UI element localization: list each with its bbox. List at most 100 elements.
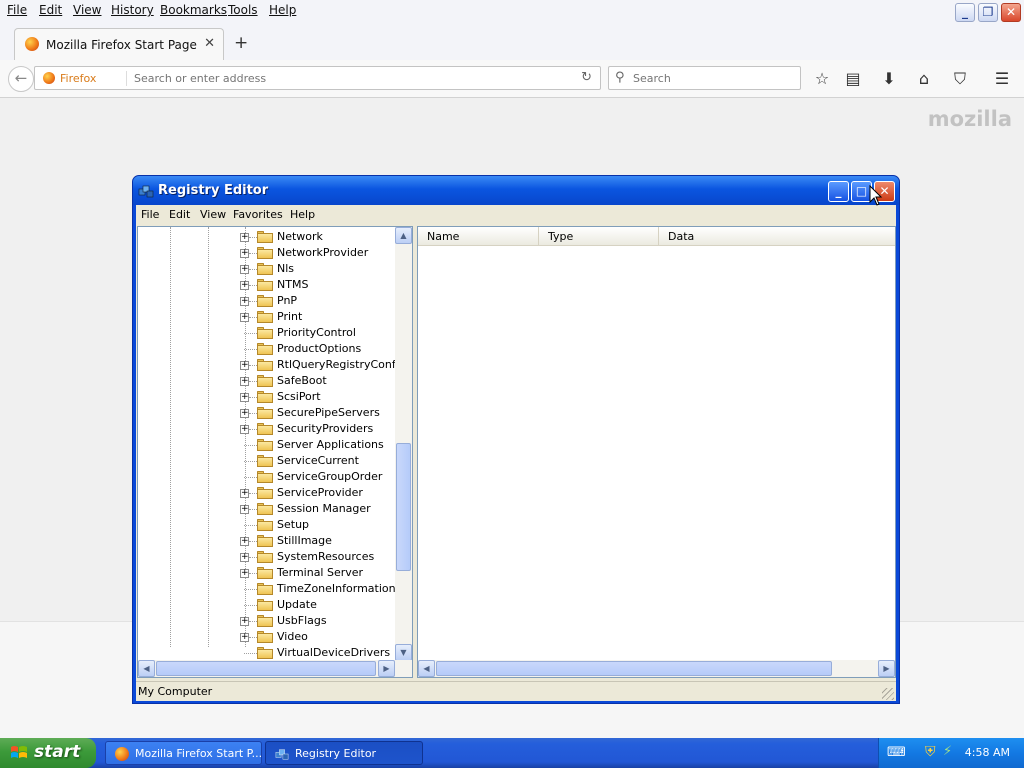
scroll-left-icon[interactable]: ◀ [418, 660, 435, 677]
expand-plus-icon[interactable]: + [240, 569, 249, 578]
expand-plus-icon[interactable]: + [240, 265, 249, 274]
expand-plus-icon[interactable]: + [240, 489, 249, 498]
expand-plus-icon[interactable]: + [240, 409, 249, 418]
scroll-down-icon[interactable]: ▼ [395, 644, 412, 661]
expand-plus-icon[interactable]: + [240, 553, 249, 562]
tree-item[interactable]: + Print [240, 309, 400, 325]
pocket-icon[interactable]: ⛉ [949, 68, 971, 90]
tree-item[interactable]: + ServiceProvider [240, 485, 400, 501]
tree-item[interactable]: + SafeBoot [240, 373, 400, 389]
reg-menu-edit[interactable]: Edit [169, 208, 190, 221]
search-bar[interactable]: ⚲ [608, 66, 801, 90]
column-header-type[interactable]: Type [539, 227, 659, 246]
firefox-close-button[interactable]: ✕ [1001, 3, 1021, 22]
expand-plus-icon[interactable]: + [240, 281, 249, 290]
tree-item[interactable]: + PnP [240, 293, 400, 309]
tree-item[interactable]: + SecurityProviders [240, 421, 400, 437]
reg-menu-view[interactable]: View [200, 208, 226, 221]
registry-tree-pane[interactable]: + Network + NetworkProvider + Nls + NTMS + PnP + Pr… [137, 226, 413, 678]
expand-plus-icon[interactable]: + [240, 393, 249, 402]
tree-vertical-scrollbar[interactable]: ▲ ▼ [395, 227, 412, 661]
tab-close-icon[interactable]: ✕ [204, 36, 215, 51]
tree-item[interactable]: + RtlQueryRegistryConfig [240, 357, 406, 373]
tree-item[interactable]: + Session Manager [240, 501, 400, 517]
expand-plus-icon[interactable]: + [240, 377, 249, 386]
tree-vertical-thumb[interactable] [396, 443, 411, 571]
expand-plus-icon[interactable]: + [240, 249, 249, 258]
tree-item[interactable]: PriorityControl [240, 325, 400, 341]
tree-item[interactable]: Update [240, 597, 400, 613]
tree-item[interactable]: + Network [240, 229, 400, 245]
keyboard-icon[interactable]: ⌨ [887, 745, 906, 760]
menu-tools[interactable]: Tools [228, 3, 258, 17]
tree-item[interactable]: Setup [240, 517, 400, 533]
tree-horizontal-scrollbar[interactable]: ◀ ▶ [138, 660, 412, 677]
search-input[interactable] [633, 70, 793, 87]
tree-item[interactable]: + NetworkProvider [240, 245, 400, 261]
clock[interactable]: 4:58 AM [965, 746, 1010, 759]
tree-item[interactable]: + SecurePipeServers [240, 405, 400, 421]
start-button[interactable]: start [0, 738, 96, 768]
resize-grip-icon[interactable] [882, 688, 894, 700]
hamburger-menu-icon[interactable]: ☰ [991, 68, 1013, 90]
tree-item[interactable]: ServiceGroupOrder [240, 469, 400, 485]
expand-plus-icon[interactable]: + [240, 617, 249, 626]
tree-item[interactable]: ProductOptions [240, 341, 400, 357]
reg-menu-file[interactable]: File [141, 208, 159, 221]
tree-item[interactable]: VirtualDeviceDrivers [240, 645, 400, 661]
tree-item[interactable]: + Nls [240, 261, 400, 277]
tree-item[interactable]: + SystemResources [240, 549, 400, 565]
menu-bookmarks[interactable]: Bookmarks [160, 3, 227, 17]
new-tab-icon[interactable]: + [234, 33, 248, 53]
column-header-data[interactable]: Data [659, 227, 895, 246]
minimize-button[interactable]: _ [828, 181, 849, 202]
tree-item[interactable]: + UsbFlags [240, 613, 400, 629]
reload-icon[interactable]: ↻ [581, 70, 592, 85]
registry-editor-titlebar[interactable]: Registry Editor _ □ ✕ [133, 176, 899, 205]
menu-file[interactable]: File [7, 3, 27, 17]
tree-horizontal-thumb[interactable] [156, 661, 376, 676]
taskbar-item-registry-editor[interactable]: Registry Editor [265, 741, 423, 765]
scroll-right-icon[interactable]: ▶ [378, 660, 395, 677]
menu-help[interactable]: Help [269, 3, 296, 17]
taskbar-item-firefox[interactable]: Mozilla Firefox Start P... [105, 741, 262, 765]
downloads-icon[interactable]: ⬇ [878, 68, 900, 90]
expand-plus-icon[interactable]: + [240, 505, 249, 514]
registry-values-pane[interactable]: Name Type Data ◀ ▶ [417, 226, 896, 678]
home-icon[interactable]: ⌂ [913, 68, 935, 90]
tree-item[interactable]: + Terminal Server [240, 565, 400, 581]
column-header-name[interactable]: Name [418, 227, 539, 246]
tree-item[interactable]: + Video [240, 629, 400, 645]
menu-view[interactable]: View [73, 3, 101, 17]
network-icon[interactable]: ⚡ [943, 744, 952, 759]
url-bar[interactable]: Firefox ↻ [34, 66, 601, 90]
url-input[interactable] [134, 70, 574, 87]
expand-plus-icon[interactable]: + [240, 361, 249, 370]
expand-plus-icon[interactable]: + [240, 425, 249, 434]
firefox-restore-button[interactable]: ❐ [978, 3, 998, 22]
tree-item[interactable]: + StillImage [240, 533, 400, 549]
security-shield-icon[interactable]: ⛨ [925, 744, 936, 760]
tree-item[interactable]: TimeZoneInformation [240, 581, 400, 597]
reading-list-icon[interactable]: ▤ [842, 68, 864, 90]
reg-menu-favorites[interactable]: Favorites [233, 208, 283, 221]
back-button[interactable]: ← [8, 66, 34, 92]
scroll-up-icon[interactable]: ▲ [395, 227, 412, 244]
values-horizontal-scrollbar[interactable]: ◀ ▶ [418, 660, 895, 677]
menu-history[interactable]: History [111, 3, 154, 17]
reg-menu-help[interactable]: Help [290, 208, 315, 221]
tree-item[interactable]: Server Applications [240, 437, 400, 453]
firefox-minimize-button[interactable]: _ [955, 3, 975, 22]
expand-plus-icon[interactable]: + [240, 633, 249, 642]
scroll-right-icon[interactable]: ▶ [878, 660, 895, 677]
bookmark-star-icon[interactable]: ☆ [811, 68, 833, 90]
expand-plus-icon[interactable]: + [240, 537, 249, 546]
expand-plus-icon[interactable]: + [240, 297, 249, 306]
values-horizontal-thumb[interactable] [436, 661, 832, 676]
tree-item[interactable]: + NTMS [240, 277, 400, 293]
menu-edit[interactable]: Edit [39, 3, 62, 17]
scroll-left-icon[interactable]: ◀ [138, 660, 155, 677]
tree-item[interactable]: + ScsiPort [240, 389, 400, 405]
tree-item[interactable]: ServiceCurrent [240, 453, 400, 469]
expand-plus-icon[interactable]: + [240, 233, 249, 242]
